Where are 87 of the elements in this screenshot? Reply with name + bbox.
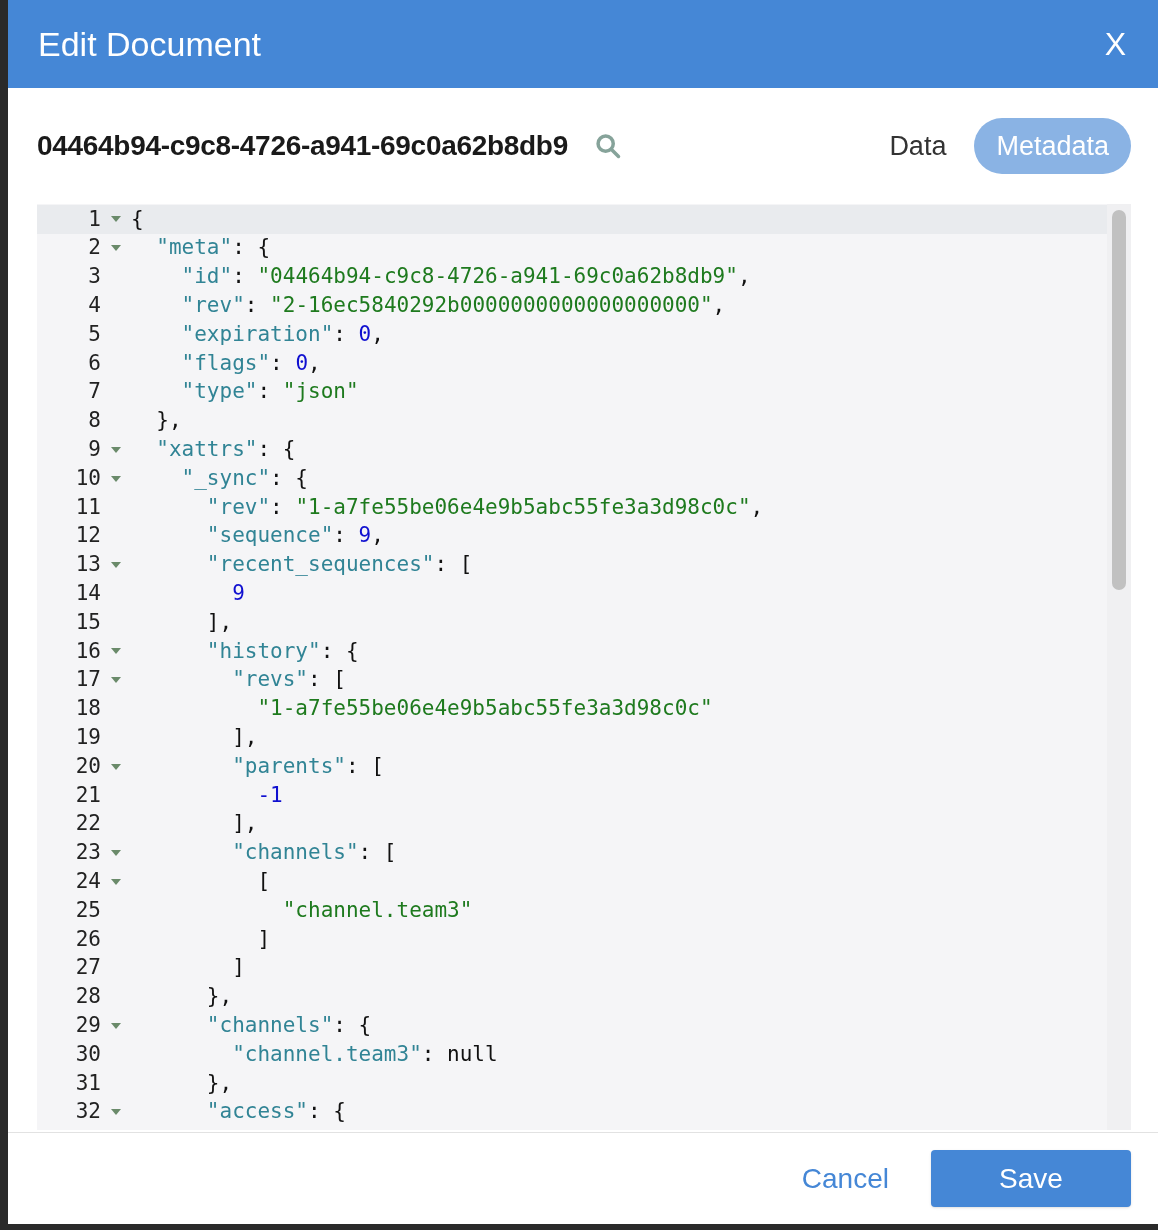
code-text: "flags": 0, [180, 349, 321, 377]
line-number: 16 [74, 637, 101, 665]
line-number: 9 [87, 436, 101, 464]
line-number: 25 [74, 896, 101, 924]
fold-arrow-icon[interactable] [111, 849, 121, 856]
line-number: 22 [74, 810, 101, 838]
code-text: "type": "json" [180, 378, 359, 406]
code-text: "meta": { [155, 234, 271, 262]
code-text: }, [155, 407, 182, 435]
fold-arrow-icon[interactable] [111, 446, 121, 453]
line-number: 30 [74, 1040, 101, 1068]
code-text: "id": "04464b94-c9c8-4726-a941-69c0a62b8db9", [180, 263, 751, 291]
line-number: 3 [87, 263, 101, 291]
line-number: 17 [74, 666, 101, 694]
line-number: 28 [74, 983, 101, 1011]
scrollbar-thumb[interactable] [1112, 210, 1126, 590]
line-number: 14 [74, 580, 101, 607]
code-text: "revs": [ [231, 666, 346, 694]
code-text: "history": { [205, 637, 359, 665]
dialog-title: Edit Document [38, 23, 261, 65]
code-text: "sequence": 9, [205, 522, 384, 550]
code-text: "expiration": 0, [180, 320, 384, 348]
fold-arrow-icon[interactable] [111, 245, 121, 252]
line-number: 4 [87, 292, 101, 320]
fold-arrow-icon[interactable] [111, 216, 121, 223]
code-text: "access": { [205, 1098, 346, 1126]
line-number: 29 [74, 1011, 101, 1039]
line-number: 21 [74, 781, 101, 809]
code-text: ], [231, 724, 258, 751]
line-number: 1 [87, 205, 101, 233]
line-number: 15 [74, 608, 101, 636]
line-number: 24 [74, 868, 101, 895]
fold-arrow-icon[interactable] [111, 1109, 121, 1116]
scrollbar[interactable] [1107, 204, 1131, 1130]
code-text: "xattrs": { [155, 436, 296, 464]
code-text: ], [205, 608, 233, 636]
line-number: 6 [87, 349, 101, 377]
line-number: 11 [74, 493, 101, 521]
code-text: "rev": "1-a7fe55be06e4e9b5abc55fe3a3d98c0c", [205, 493, 764, 521]
fold-arrow-icon[interactable] [111, 561, 121, 568]
cancel-link[interactable]: Cancel [801, 1157, 889, 1200]
code-text: ] [231, 954, 245, 982]
close-button[interactable]: X [1104, 20, 1126, 68]
code-text: -1 [256, 781, 283, 809]
code-text: "recent_sequences": [ [205, 551, 473, 579]
code-text: }, [205, 1069, 233, 1097]
line-number: 8 [87, 407, 101, 435]
line-number: 19 [74, 724, 101, 751]
fold-arrow-icon[interactable] [111, 1022, 121, 1029]
search-icon[interactable] [593, 132, 622, 160]
line-number: 32 [74, 1098, 101, 1126]
code-text: "channel.team3": null [231, 1040, 498, 1068]
tab[interactable]: Data [889, 118, 947, 174]
fold-arrow-icon[interactable] [111, 878, 121, 885]
code-text: }, [205, 983, 233, 1011]
code-text: "rev": "2-16ec5840292b0000000000000000000", [180, 292, 726, 320]
document-id: 04464b94-c9c8-4726-a941-69c0a62b8db9 [37, 129, 568, 163]
line-number: 31 [74, 1069, 101, 1097]
code-text: [ [256, 868, 271, 895]
fold-arrow-icon[interactable] [111, 648, 121, 655]
code-text: ], [231, 810, 258, 838]
line-number: 7 [87, 378, 101, 406]
code-text: "parents": [ [231, 752, 384, 780]
line-number: 23 [74, 839, 101, 867]
fold-arrow-icon[interactable] [111, 763, 121, 770]
line-number: 5 [87, 320, 101, 348]
tab[interactable]: Metadata [974, 118, 1131, 174]
code-text: "channel.team3" [281, 896, 473, 924]
code-text: 9 [231, 580, 245, 607]
code-text: "_sync": { [180, 464, 308, 492]
code-text: "1-a7fe55be06e4e9b5abc55fe3a3d98c0c" [256, 695, 713, 723]
fold-arrow-icon[interactable] [111, 475, 121, 482]
code-text: ] [256, 925, 271, 953]
line-number: 20 [74, 752, 101, 780]
code-text: "channels": { [205, 1011, 372, 1039]
line-number: 27 [74, 954, 101, 982]
fold-arrow-icon[interactable] [111, 677, 121, 684]
code-text: { [131, 205, 144, 233]
line-number: 18 [74, 695, 101, 723]
code-text: "channels": [ [231, 839, 397, 867]
code-editor[interactable] [37, 204, 1131, 1130]
line-number: 26 [74, 925, 101, 953]
line-number: 2 [87, 234, 101, 262]
line-number: 10 [74, 464, 101, 492]
line-number: 13 [74, 551, 101, 579]
line-number: 12 [74, 522, 101, 550]
save-button[interactable]: Save [931, 1150, 1131, 1207]
